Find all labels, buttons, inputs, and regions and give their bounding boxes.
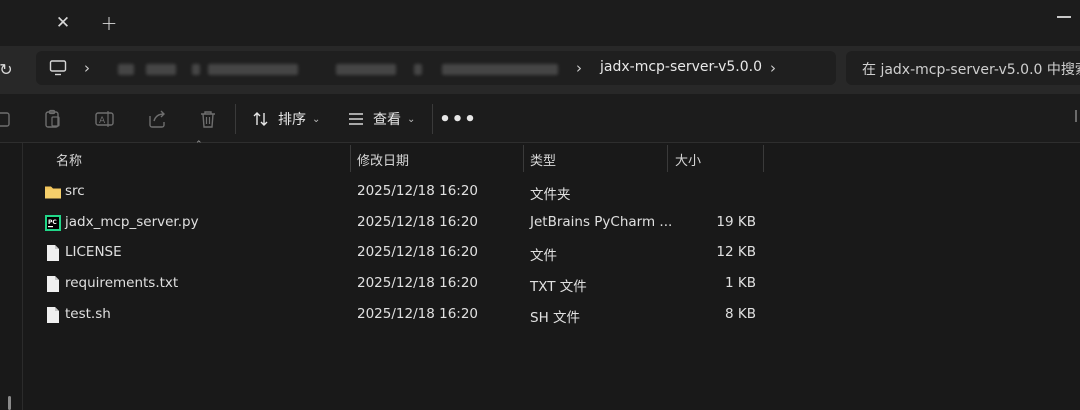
table-row[interactable]: requirements.txt 2025/12/18 16:20 TXT 文件… [0, 269, 1080, 299]
chevron-down-icon: ⌄ [312, 113, 321, 125]
table-row[interactable]: test.sh 2025/12/18 16:20 SH 文件 8 KB [0, 300, 1080, 330]
copy-icon[interactable] [0, 108, 16, 130]
sort-label: 排序 [278, 112, 306, 128]
breadcrumb-current-folder[interactable]: jadx-mcp-server-v5.0.0 [600, 59, 762, 75]
breadcrumb-chevron-icon[interactable]: › [576, 59, 582, 77]
file-name: requirements.txt [65, 275, 179, 291]
view-label: 查看 [373, 112, 401, 128]
view-list-icon [349, 113, 363, 125]
command-bar: A 排序 ⌄ 查看 ⌄ [0, 94, 1080, 143]
breadcrumb-chevron-icon[interactable]: › [84, 59, 90, 77]
folder-icon [45, 186, 61, 199]
address-bar: ↻ › › jadx-mcp-server-v5.0.0 › 在 jadx-mc… [0, 46, 1080, 94]
file-name: jadx_mcp_server.py [65, 214, 199, 230]
file-date: 2025/12/18 16:20 [357, 306, 479, 322]
column-divider[interactable] [763, 145, 764, 172]
file-icon [47, 307, 59, 323]
delete-icon[interactable] [197, 108, 219, 130]
minimize-icon[interactable] [1057, 16, 1071, 18]
file-type: TXT 文件 [530, 279, 587, 295]
computer-icon[interactable] [48, 58, 68, 78]
redacted-path-segment [442, 64, 558, 75]
column-divider[interactable] [523, 145, 524, 172]
title-bar: ✕ + [0, 0, 1080, 46]
redacted-path-segment [146, 64, 176, 75]
new-tab-icon[interactable]: + [98, 11, 120, 35]
chevron-down-icon: ⌄ [407, 113, 416, 125]
sort-button[interactable]: 排序 ⌄ [252, 107, 320, 131]
file-size: 19 KB [716, 214, 756, 230]
more-options-icon[interactable]: ••• [439, 108, 476, 130]
search-placeholder: 在 jadx-mcp-server-v5.0.0 中搜索 [862, 62, 1080, 78]
file-name: LICENSE [65, 244, 122, 260]
view-button[interactable]: 查看 ⌄ [347, 107, 415, 131]
file-size: 12 KB [716, 244, 756, 260]
search-input[interactable]: 在 jadx-mcp-server-v5.0.0 中搜索 [846, 51, 1080, 85]
close-tab-icon[interactable]: ✕ [52, 12, 74, 34]
file-name: test.sh [65, 306, 111, 322]
redacted-path-segment [414, 64, 422, 75]
paste-icon[interactable] [42, 108, 64, 130]
share-icon[interactable] [146, 108, 168, 130]
column-divider[interactable] [667, 145, 668, 172]
refresh-icon[interactable]: ↻ [0, 58, 16, 80]
file-date: 2025/12/18 16:20 [357, 183, 479, 199]
sort-ascending-icon: ⌃ [195, 140, 203, 150]
rename-icon[interactable]: A [94, 108, 116, 130]
file-size: 1 KB [725, 275, 756, 291]
file-icon [47, 276, 59, 292]
redacted-path-segment [336, 64, 396, 75]
file-type: SH 文件 [530, 310, 581, 326]
breadcrumb-chevron-icon[interactable]: › [770, 59, 776, 77]
svg-text:A: A [99, 116, 106, 126]
breadcrumb[interactable]: › › jadx-mcp-server-v5.0.0 › [36, 51, 836, 85]
file-type: JetBrains PyCharm ... [530, 214, 673, 230]
sort-icon [253, 112, 268, 126]
scroll-edge-indicator [1075, 110, 1077, 122]
file-size: 8 KB [725, 306, 756, 322]
file-date: 2025/12/18 16:20 [357, 214, 479, 230]
column-header-type[interactable]: 类型 [530, 150, 556, 169]
table-row[interactable]: PC jadx_mcp_server.py 2025/12/18 16:20 J… [0, 208, 1080, 238]
column-header-name[interactable]: 名称 [56, 150, 82, 169]
table-row[interactable]: src 2025/12/18 16:20 文件夹 [0, 177, 1080, 207]
file-type: 文件 [530, 248, 557, 264]
column-header-size[interactable]: 大小 [675, 150, 701, 169]
file-date: 2025/12/18 16:20 [357, 244, 479, 260]
toolbar-divider [432, 104, 433, 134]
pycharm-file-icon: PC [45, 215, 61, 231]
column-header-date[interactable]: 修改日期 [357, 150, 409, 169]
column-divider[interactable] [350, 145, 351, 172]
file-name: src [65, 183, 85, 199]
redacted-path-segment [192, 64, 200, 75]
table-row[interactable]: LICENSE 2025/12/18 16:20 文件 12 KB [0, 238, 1080, 268]
file-type: 文件夹 [530, 187, 571, 203]
file-date: 2025/12/18 16:20 [357, 275, 479, 291]
scrollbar-thumb[interactable] [8, 396, 11, 410]
toolbar-divider [235, 104, 236, 134]
redacted-path-segment [208, 64, 298, 75]
svg-text:PC: PC [48, 219, 57, 226]
file-icon [47, 245, 59, 261]
redacted-path-segment [118, 64, 134, 75]
